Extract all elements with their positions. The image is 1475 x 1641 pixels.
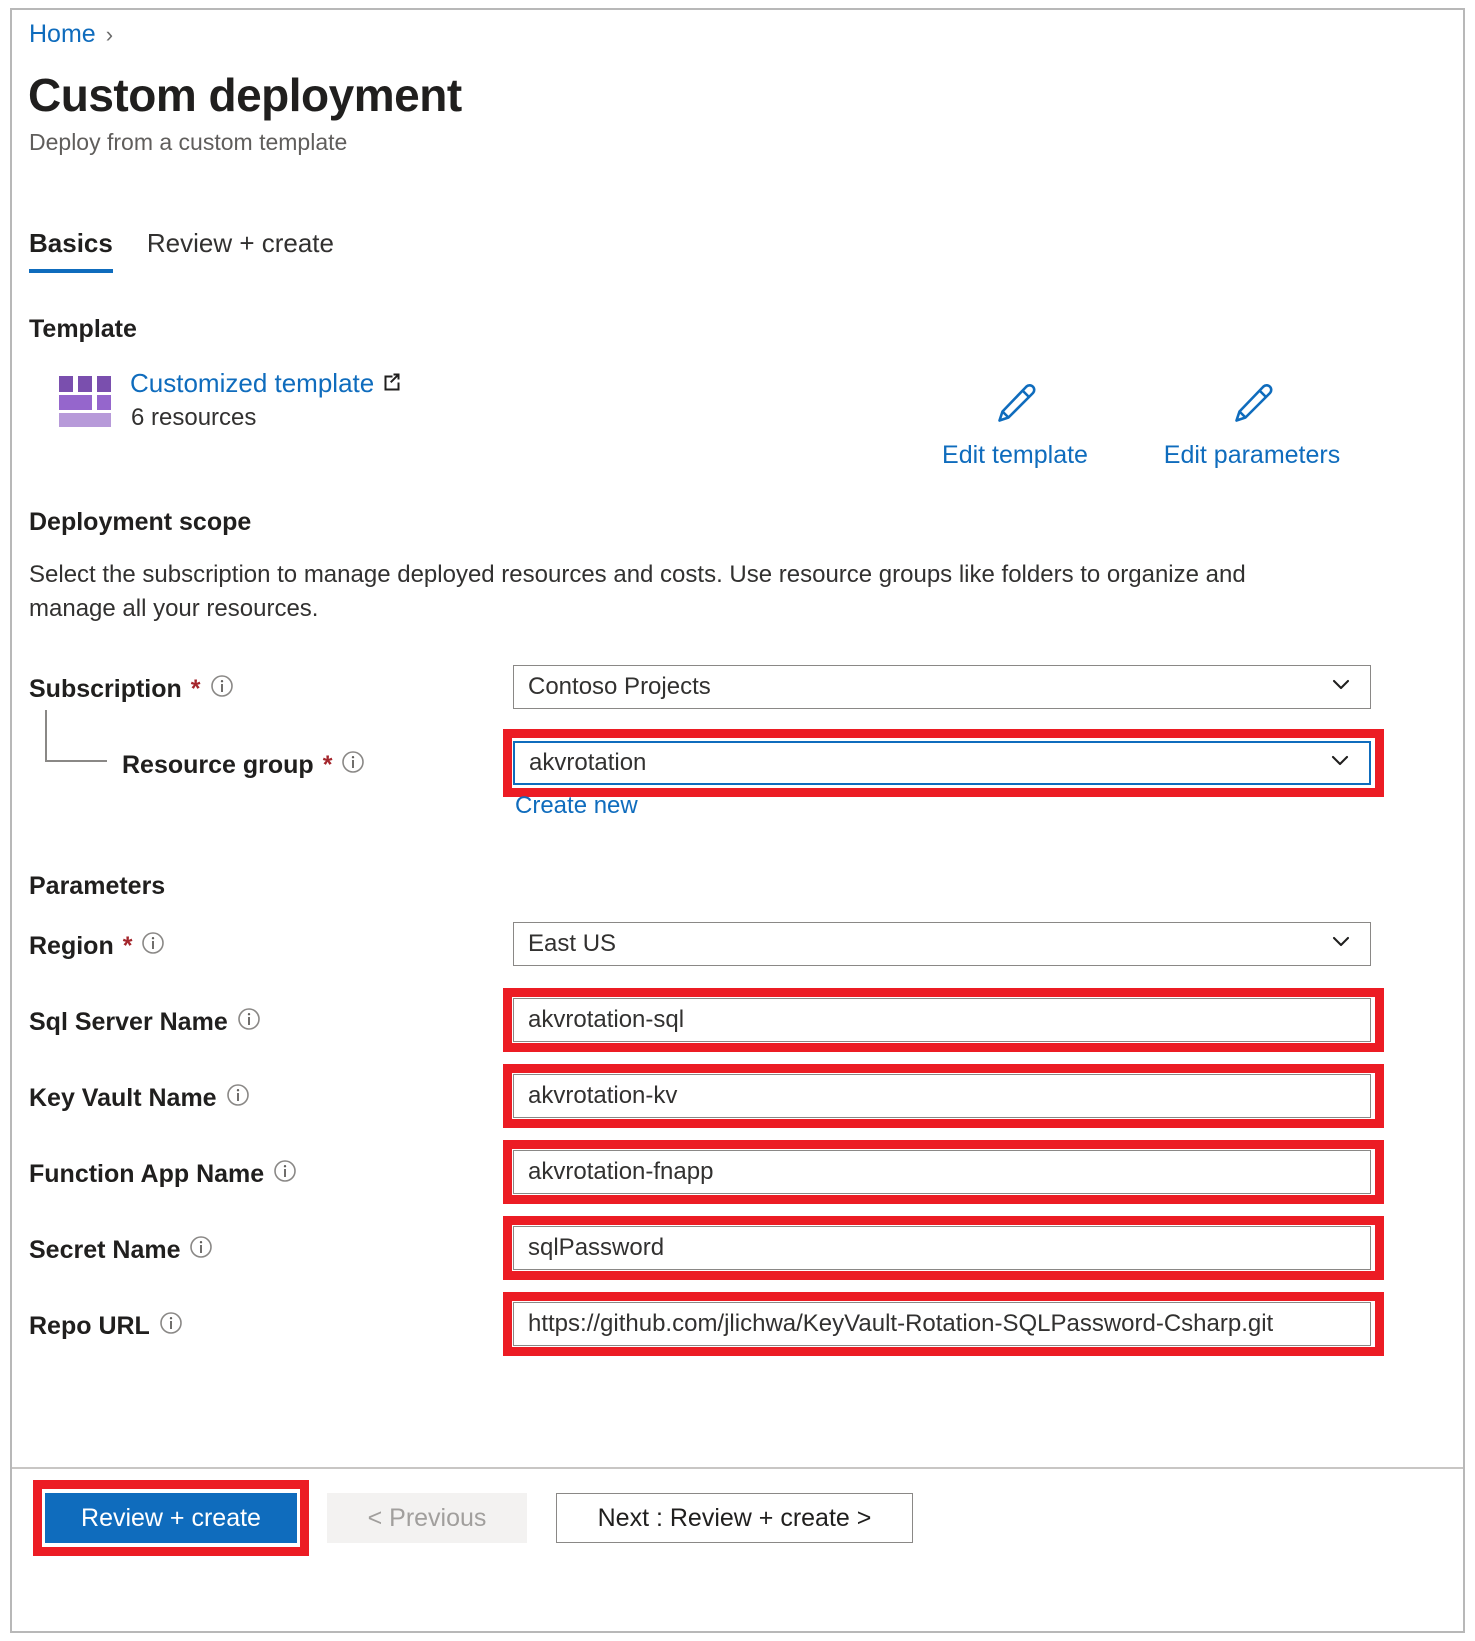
key-vault-name-label: Key Vault Name [29, 1083, 250, 1114]
edit-parameters-label: Edit parameters [1163, 441, 1341, 469]
region-value: East US [528, 930, 617, 957]
info-icon[interactable] [210, 674, 234, 705]
sql-server-name-label: Sql Server Name [29, 1007, 261, 1038]
info-icon[interactable] [141, 931, 165, 962]
info-icon[interactable] [237, 1007, 261, 1038]
sql-server-name-value: akvrotation-sql [528, 1006, 685, 1033]
customized-template-link-row[interactable]: Customized template [130, 368, 403, 399]
info-icon[interactable] [341, 750, 365, 781]
resource-group-label-text: Resource group [122, 751, 314, 779]
repo-url-label: Repo URL [29, 1311, 183, 1342]
tree-connector [45, 710, 107, 762]
section-heading-parameters: Parameters [29, 872, 166, 900]
subscription-label: Subscription * [29, 674, 234, 705]
resource-group-select[interactable]: akvrotation [513, 741, 1371, 785]
info-icon[interactable] [273, 1159, 297, 1190]
repo-url-input[interactable]: https://github.com/jlichwa/KeyVault-Rota… [513, 1302, 1371, 1346]
tab-basics[interactable]: Basics [29, 228, 113, 273]
template-resources-count: 6 resources [131, 404, 257, 431]
info-icon[interactable] [226, 1083, 250, 1114]
pencil-icon [992, 380, 1038, 431]
secret-name-label: Secret Name [29, 1235, 213, 1266]
repo-url-label-text: Repo URL [29, 1312, 150, 1340]
review-create-button[interactable]: Review + create [45, 1493, 297, 1543]
previous-button: < Previous [327, 1493, 527, 1543]
custom-deployment-page: Home › Custom deployment Deploy from a c… [10, 8, 1465, 1633]
secret-name-input[interactable]: sqlPassword [513, 1226, 1371, 1270]
secret-name-label-text: Secret Name [29, 1236, 181, 1264]
page-subtitle: Deploy from a custom template [29, 129, 348, 155]
page-title: Custom deployment [28, 69, 462, 121]
section-heading-template: Template [29, 315, 137, 343]
subscription-select[interactable]: Contoso Projects [513, 665, 1371, 709]
secret-name-value: sqlPassword [528, 1234, 665, 1261]
function-app-name-label-text: Function App Name [29, 1160, 265, 1188]
external-link-icon [381, 370, 403, 397]
resource-group-label: Resource group * [122, 750, 365, 781]
edit-template-button[interactable]: Edit template [940, 380, 1090, 470]
repo-url-value: https://github.com/jlichwa/KeyVault-Rota… [528, 1310, 1274, 1337]
sql-server-name-label-text: Sql Server Name [29, 1008, 228, 1036]
tab-bar: Basics Review + create [29, 228, 334, 273]
breadcrumb: Home › [29, 20, 113, 49]
tab-review-create[interactable]: Review + create [147, 228, 334, 273]
key-vault-name-value: akvrotation-kv [528, 1082, 678, 1109]
key-vault-name-input[interactable]: akvrotation-kv [513, 1074, 1371, 1118]
info-icon[interactable] [159, 1311, 183, 1342]
required-marker: * [322, 751, 333, 779]
required-marker: * [190, 675, 201, 703]
template-grid-icon [59, 376, 111, 427]
function-app-name-input[interactable]: akvrotation-fnapp [513, 1150, 1371, 1194]
region-select[interactable]: East US [513, 922, 1371, 966]
info-icon[interactable] [189, 1235, 213, 1266]
chevron-down-icon [1328, 671, 1354, 704]
breadcrumb-chevron-icon: › [105, 21, 114, 47]
deployment-scope-description: Select the subscription to manage deploy… [29, 561, 1246, 623]
pencil-icon [1229, 380, 1275, 431]
subscription-value: Contoso Projects [528, 673, 711, 700]
required-marker: * [122, 932, 133, 960]
customized-template-link[interactable]: Customized template [130, 368, 374, 399]
next-review-create-button[interactable]: Next : Review + create > [556, 1493, 913, 1543]
breadcrumb-home-link[interactable]: Home [29, 20, 96, 49]
edit-parameters-button[interactable]: Edit parameters [1164, 380, 1340, 470]
region-label-text: Region [29, 932, 114, 960]
section-heading-deployment-scope: Deployment scope [29, 508, 252, 536]
subscription-label-text: Subscription [29, 675, 182, 703]
function-app-name-value: akvrotation-fnapp [528, 1158, 714, 1185]
chevron-down-icon [1328, 928, 1354, 961]
function-app-name-label: Function App Name [29, 1159, 297, 1190]
key-vault-name-label-text: Key Vault Name [29, 1084, 217, 1112]
chevron-down-icon [1327, 747, 1353, 780]
sql-server-name-input[interactable]: akvrotation-sql [513, 998, 1371, 1042]
resource-group-value: akvrotation [529, 749, 647, 776]
edit-template-label: Edit template [942, 441, 1088, 469]
region-label: Region * [29, 931, 165, 962]
create-new-link[interactable]: Create new [515, 792, 638, 820]
